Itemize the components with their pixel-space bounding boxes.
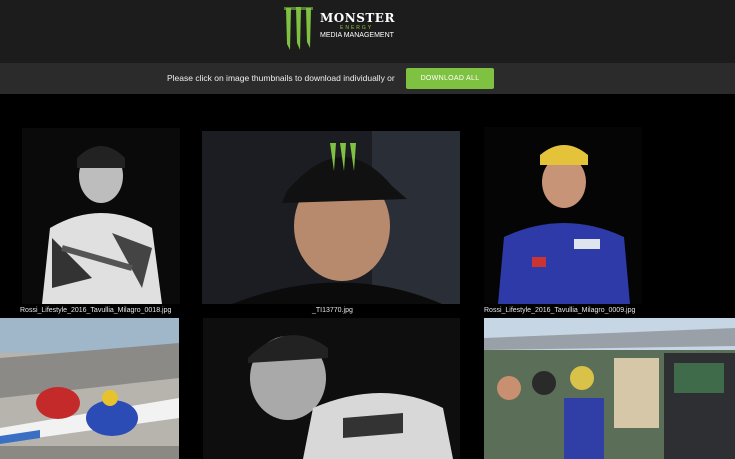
brand-sub: ENERGY [340, 25, 374, 31]
monster-energy-logo[interactable]: MONSTER ENERGY MEDIA MANAGEMENT [282, 4, 402, 54]
motorcycle-racing-image [0, 318, 179, 459]
rider-team-portrait-image [484, 127, 642, 304]
rider-cap-portrait-image [202, 131, 460, 304]
download-all-button[interactable]: DOWNLOAD ALL [406, 68, 494, 89]
gallery-thumbnail[interactable] [202, 131, 460, 304]
download-bar: Please click on image thumbnails to down… [0, 63, 735, 94]
gallery-thumbnail[interactable] [0, 318, 179, 459]
download-instruction: Please click on image thumbnails to down… [167, 73, 395, 83]
gallery-thumbnail[interactable] [484, 318, 735, 459]
rider-bw-portrait-image [203, 318, 460, 459]
thumbnail-caption: Rossi_Lifestyle_2016_Tavullia_Milagro_00… [484, 307, 636, 314]
thumbnail-caption: _TI13770.jpg [312, 307, 353, 314]
monster-claw-icon [284, 7, 313, 50]
thumbnail-caption: Rossi_Lifestyle_2016_Tavullia_Milagro_00… [20, 307, 172, 314]
gallery-thumbnail[interactable] [22, 128, 180, 304]
gallery-thumbnail[interactable] [484, 127, 642, 304]
header: MONSTER ENERGY MEDIA MANAGEMENT [0, 0, 735, 63]
fan-zone-image [484, 318, 735, 459]
site-subtitle: MEDIA MANAGEMENT [320, 32, 394, 39]
rider-portrait-image [22, 128, 180, 304]
brand-name: MONSTER [320, 11, 395, 25]
gallery-thumbnail[interactable] [203, 318, 460, 459]
